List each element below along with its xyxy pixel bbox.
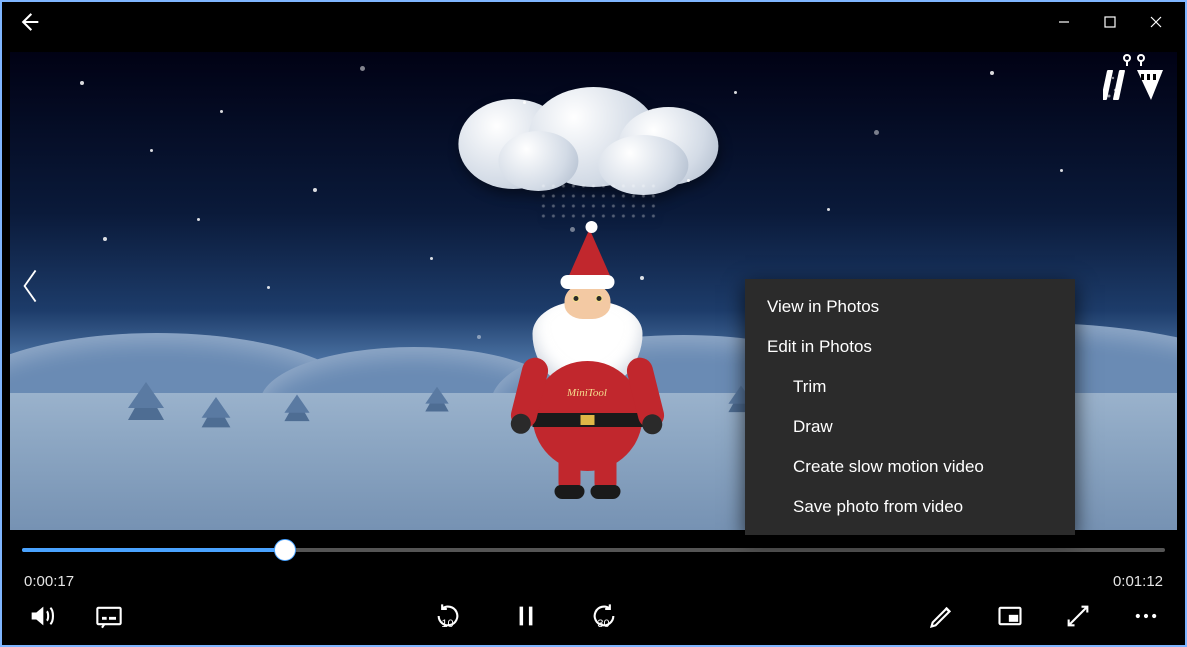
back-button[interactable] <box>12 5 46 39</box>
fullscreen-button[interactable] <box>1061 599 1095 633</box>
skip-back-label: 10 <box>441 618 453 630</box>
previous-media-button[interactable] <box>14 259 48 313</box>
santa-belly-text: MiniTool <box>532 387 642 399</box>
seek-bar[interactable] <box>22 535 1165 565</box>
menu-create-slow-motion[interactable]: Create slow motion video <box>745 447 1075 487</box>
letterbox-top <box>10 42 1177 52</box>
maximize-icon <box>1103 15 1117 29</box>
close-icon <box>1149 15 1163 29</box>
edit-context-menu: View in Photos Edit in Photos Trim Draw … <box>745 279 1075 535</box>
minimize-button[interactable] <box>1041 6 1087 38</box>
menu-edit-in-photos[interactable]: Edit in Photos <box>745 327 1075 367</box>
maximize-button[interactable] <box>1087 6 1133 38</box>
minimize-icon <box>1057 15 1071 29</box>
progress-track[interactable] <box>22 548 1165 552</box>
tree-decoration <box>127 382 165 432</box>
chevron-left-icon <box>20 266 42 306</box>
subtitles-button[interactable] <box>92 599 126 633</box>
skip-forward-button[interactable]: 30 <box>587 599 621 633</box>
tree-decoration <box>425 386 450 419</box>
pencil-icon <box>928 602 956 630</box>
tree-decoration <box>201 397 231 437</box>
menu-save-photo[interactable]: Save photo from video <box>745 487 1075 527</box>
menu-trim[interactable]: Trim <box>745 367 1075 407</box>
subtitles-icon <box>95 602 123 630</box>
tree-decoration <box>284 395 311 430</box>
menu-view-in-photos[interactable]: View in Photos <box>745 287 1075 327</box>
playback-controls: 10 30 <box>2 587 1185 645</box>
pause-icon <box>512 602 540 630</box>
skip-forward-label: 30 <box>597 618 609 630</box>
volume-button[interactable] <box>24 599 58 633</box>
progress-thumb[interactable] <box>274 539 296 561</box>
arrow-left-icon <box>15 8 43 36</box>
santa-figure: MiniTool <box>522 229 652 491</box>
more-options-button[interactable] <box>1129 599 1163 633</box>
fullscreen-icon <box>1064 602 1092 630</box>
mini-view-icon <box>996 602 1024 630</box>
cloud-graphic <box>448 81 728 191</box>
more-icon <box>1132 602 1160 630</box>
play-pause-button[interactable] <box>509 599 543 633</box>
skip-back-button[interactable]: 10 <box>431 599 465 633</box>
mini-view-button[interactable] <box>993 599 1027 633</box>
volume-icon <box>27 602 55 630</box>
menu-draw[interactable]: Draw <box>745 407 1075 447</box>
watermark-logo <box>1103 52 1167 106</box>
progress-fill <box>22 548 285 552</box>
titlebar <box>2 2 1185 42</box>
edit-button[interactable] <box>925 599 959 633</box>
app-window: MiniTool <box>0 0 1187 647</box>
close-button[interactable] <box>1133 6 1179 38</box>
